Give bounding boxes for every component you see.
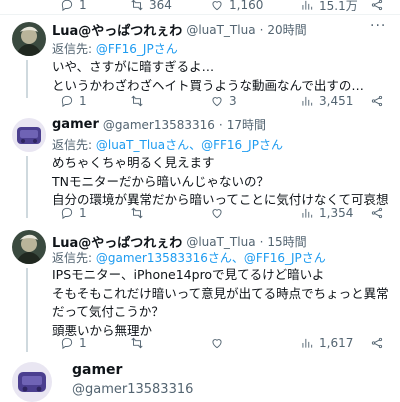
reply-to-label: 返信先: [52,42,96,56]
thread-line [26,60,28,98]
reply-icon [61,95,73,108]
tweet-text: IPSモニター、iPhone14proで見てるけど暗いよ そもそもこれだけ暗いっ… [52,266,389,340]
reply-count: 1 [79,206,87,220]
tweet-header: gamer @gamer13583316 · 17時間 [52,116,266,133]
like-count: 3 [229,94,237,108]
reply-count: 1 [79,336,87,350]
views-button[interactable]: 1,354 [300,204,353,222]
tweet-line: めちゃくちゃ明るく見えます [52,155,215,170]
reply-icon [61,207,73,220]
tweet-line: そもそもこれだけ暗いって意見が出てる時点でちょっと異常 [52,285,389,301]
tweet-line: TNモニターだから暗いんじゃないの？ [52,173,269,189]
views-count: 1,617 [319,336,354,350]
tweet-actions: 1 1,617 [60,334,390,352]
display-name[interactable]: Lua@やっぱつれぇわ [52,20,182,39]
thread-line [26,268,28,352]
reply-to-line: 返信先: @FF16_JPさん [52,40,178,57]
views-button[interactable]: 1,617 [300,334,353,352]
share-button[interactable] [370,204,384,222]
tweet-text: いや、さすがに暗すぎるよ… というかわざわざヘイト買うような動画なんで出すの… [52,58,364,95]
views-count: 15.1万 [319,0,358,13]
tweet-actions: 1 1,354 [60,204,390,222]
reply-mention[interactable]: @FF16_JPさん [96,42,178,56]
views-count: 1,354 [319,206,354,220]
thread-line [26,156,28,218]
reply-button[interactable]: 1 [60,0,87,14]
retweet-icon [131,95,143,107]
retweet-button[interactable]: 364 [130,0,172,14]
handle[interactable]: @luaT_Tlua [186,23,255,37]
share-icon [371,207,383,219]
like-button[interactable] [210,204,224,222]
separator: · [259,22,264,37]
heart-icon [212,97,222,107]
avatar[interactable] [12,362,52,402]
share-button[interactable] [370,0,384,14]
more-options-icon[interactable]: ··· [370,18,386,34]
display-name[interactable]: gamer [52,117,99,132]
views-count: 3,451 [319,94,354,108]
reply-count: 1 [79,94,87,108]
top-action-bar: 1 364 1,160 15.1万 [60,0,390,14]
tweet-line: IPSモニター、iPhone14proで見てるけど暗いよ [52,267,325,282]
retweet-icon [131,0,143,11]
share-icon [371,337,383,349]
tweet-line: いや、さすがに暗すぎるよ… [52,59,215,74]
display-name[interactable]: gamer [72,362,122,378]
avatar[interactable] [12,118,46,152]
handle[interactable]: @luaT_Tlua [186,235,255,249]
timestamp[interactable]: 20時間 [267,21,306,38]
retweet-button[interactable] [130,334,144,352]
retweet-button[interactable] [130,204,144,222]
like-count: 1,160 [229,0,264,12]
avatar[interactable] [12,22,46,56]
reply-count: 1 [79,0,87,12]
retweet-icon [131,337,143,349]
timestamp[interactable]: 15時間 [267,233,306,250]
reply-mention[interactable]: @gamer13583316さん、@FF16_JPさん [96,251,326,265]
retweet-count: 364 [149,0,172,12]
views-button[interactable]: 15.1万 [300,0,358,14]
heart-icon [212,1,222,11]
views-button[interactable]: 3,451 [300,92,353,110]
reply-icon [61,337,73,350]
views-chart-icon [302,0,313,10]
reply-button[interactable]: 1 [60,204,87,222]
reply-to-line: 返信先: @gamer13583316さん、@FF16_JPさん [52,249,326,266]
tweet-actions: 1 3 3,451 [60,92,390,110]
handle[interactable]: @gamer13583316 [72,382,193,397]
like-button[interactable]: 1,160 [210,0,263,14]
reply-to-label: 返信先: [52,251,96,265]
divider [0,14,400,15]
tweet-header: Lua@やっぱつれぇわ @luaT_Tlua · 20時間 [52,20,307,40]
share-icon [371,95,383,107]
reply-button[interactable]: 1 [60,334,87,352]
separator: · [259,234,264,249]
avatar[interactable] [12,230,46,264]
heart-icon [212,209,222,219]
like-button[interactable]: 3 [210,92,237,110]
like-button[interactable] [210,334,224,352]
handle[interactable]: @gamer13583316 [103,118,215,132]
views-chart-icon [302,96,313,106]
views-chart-icon [302,208,313,218]
timestamp[interactable]: 17時間 [227,116,266,133]
tweet-text: めちゃくちゃ明るく見えます TNモニターだから暗いんじゃないの？ 自分の環境が異… [52,154,389,210]
reply-icon [61,0,73,12]
reply-to-label: 返信先: [52,138,96,152]
retweet-icon [131,207,143,219]
reply-mention[interactable]: @luaT_Tluaさん、@FF16_JPさん [96,138,283,152]
tweet-line: だって気付こうか？ [52,304,164,319]
heart-icon [212,339,222,349]
retweet-button[interactable] [130,92,144,110]
reply-button[interactable]: 1 [60,92,87,110]
views-chart-icon [302,338,313,348]
share-button[interactable] [370,334,384,352]
reply-to-line: 返信先: @luaT_Tluaさん、@FF16_JPさん [52,136,283,153]
share-icon [371,0,383,11]
separator: · [218,117,223,132]
share-button[interactable] [370,92,384,110]
